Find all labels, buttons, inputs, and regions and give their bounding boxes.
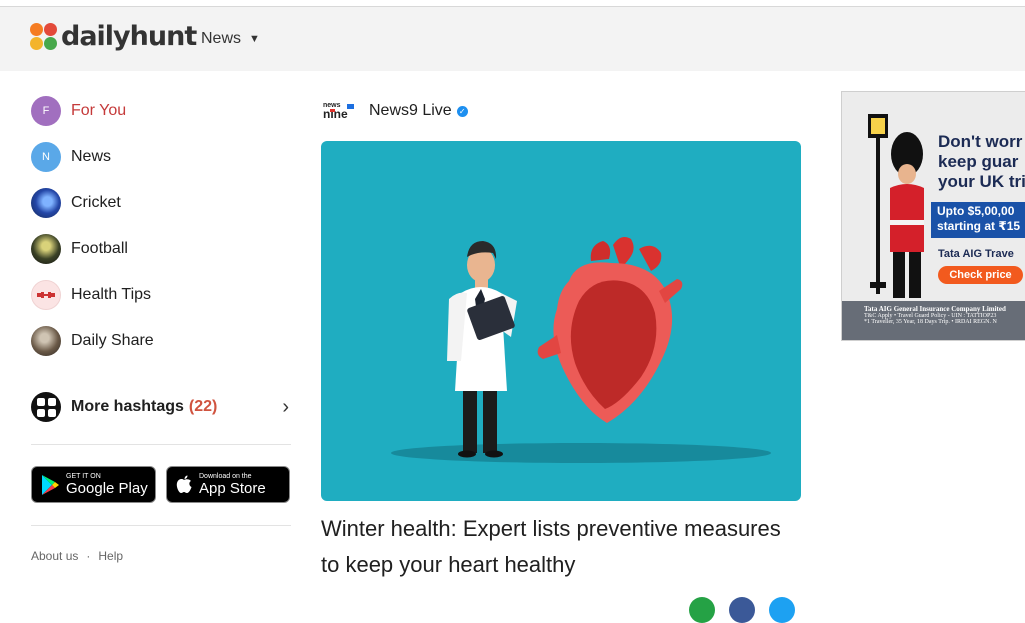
facebook-share-icon[interactable] bbox=[729, 597, 755, 623]
app-store-big-text: App Store bbox=[199, 479, 266, 497]
chevron-right-icon: › bbox=[282, 395, 289, 418]
doctor-illustration bbox=[447, 241, 517, 458]
ad-brand: Tata AIG Trave bbox=[938, 248, 1014, 260]
ad-footer: Tata AIG General Insurance Company Limit… bbox=[842, 301, 1025, 340]
news9-logo-icon: news nine bbox=[321, 102, 355, 120]
check-price-button[interactable]: Check price bbox=[938, 266, 1023, 284]
sidebar-item-daily-share[interactable]: Daily Share bbox=[31, 318, 293, 364]
app-store-badges: GET IT ON Google Play Download on the Ap… bbox=[31, 466, 293, 503]
divider bbox=[31, 444, 291, 445]
grid-icon bbox=[31, 392, 61, 422]
more-hashtags-label: More hashtags bbox=[71, 398, 184, 415]
logo-text: dailyhunt bbox=[61, 21, 197, 52]
dailyhunt-logo[interactable]: dailyhunt bbox=[30, 21, 197, 52]
football-thumbnail-icon bbox=[31, 234, 61, 264]
caret-down-icon: ▼ bbox=[249, 33, 260, 45]
sidebar-item-label: Daily Share bbox=[71, 332, 154, 349]
more-hashtags-button[interactable]: More hashtags (22) › bbox=[31, 387, 293, 427]
sidebar-item-for-you[interactable]: F For You bbox=[31, 88, 293, 134]
sidebar-item-label: For You bbox=[71, 102, 127, 119]
guard-illustration-icon bbox=[868, 114, 924, 298]
advertisement-banner[interactable]: Don't worr keep guar your UK tri Upto $5… bbox=[841, 91, 1025, 341]
article-title[interactable]: Winter health: Expert lists preventive m… bbox=[321, 511, 801, 583]
google-play-big-text: Google Play bbox=[66, 479, 148, 497]
sidebar-item-news[interactable]: N News bbox=[31, 134, 293, 180]
sidebar-item-football[interactable]: Football bbox=[31, 226, 293, 272]
top-border bbox=[0, 0, 1025, 7]
publisher-name: News9 Live bbox=[369, 102, 452, 119]
verified-badge-icon: ✓ bbox=[456, 105, 468, 117]
article-hero-image[interactable] bbox=[321, 141, 801, 501]
apple-icon bbox=[176, 475, 192, 493]
news-dropdown[interactable]: News ▼ bbox=[201, 30, 260, 48]
google-play-icon bbox=[42, 474, 59, 495]
footer-links: About us · Help bbox=[31, 549, 293, 563]
help-link[interactable]: Help bbox=[98, 549, 123, 563]
sidebar-item-label: Cricket bbox=[71, 194, 121, 211]
ad-offer-band: Upto $5,00,00 starting at ₹15 bbox=[931, 202, 1025, 238]
news-avatar: N bbox=[31, 142, 61, 172]
logo-dots-icon bbox=[30, 22, 58, 51]
twitter-share-icon[interactable] bbox=[769, 597, 795, 623]
article-card: news nine News9 Live ✓ Winter health: Ex… bbox=[321, 97, 801, 623]
sidebar-item-label: Health Tips bbox=[71, 286, 152, 303]
news-dropdown-label: News bbox=[201, 30, 242, 47]
google-play-button[interactable]: GET IT ON Google Play bbox=[31, 466, 156, 503]
sidebar: F For You N News Cricket Football Health… bbox=[31, 88, 293, 563]
sidebar-item-label: Football bbox=[71, 240, 128, 257]
footer-separator: · bbox=[86, 549, 91, 563]
for-you-avatar: F bbox=[31, 96, 61, 126]
sidebar-item-cricket[interactable]: Cricket bbox=[31, 180, 293, 226]
sidebar-item-label: News bbox=[71, 148, 112, 165]
health-tips-thumbnail-icon bbox=[31, 280, 61, 310]
daily-share-thumbnail-icon bbox=[31, 326, 61, 356]
more-hashtags-count: (22) bbox=[188, 398, 218, 415]
heart-illustration bbox=[537, 237, 683, 423]
sidebar-item-health-tips[interactable]: Health Tips bbox=[31, 272, 293, 318]
whatsapp-share-icon[interactable] bbox=[689, 597, 715, 623]
share-buttons bbox=[689, 597, 795, 623]
divider bbox=[31, 525, 291, 526]
site-header: dailyhunt News ▼ bbox=[0, 7, 1025, 71]
cricket-thumbnail-icon bbox=[31, 188, 61, 218]
about-us-link[interactable]: About us bbox=[31, 549, 78, 563]
ad-headline: Don't worr keep guar your UK tri bbox=[938, 132, 1025, 191]
app-store-button[interactable]: Download on the App Store bbox=[166, 466, 290, 503]
publisher-row[interactable]: news nine News9 Live ✓ bbox=[321, 97, 801, 125]
